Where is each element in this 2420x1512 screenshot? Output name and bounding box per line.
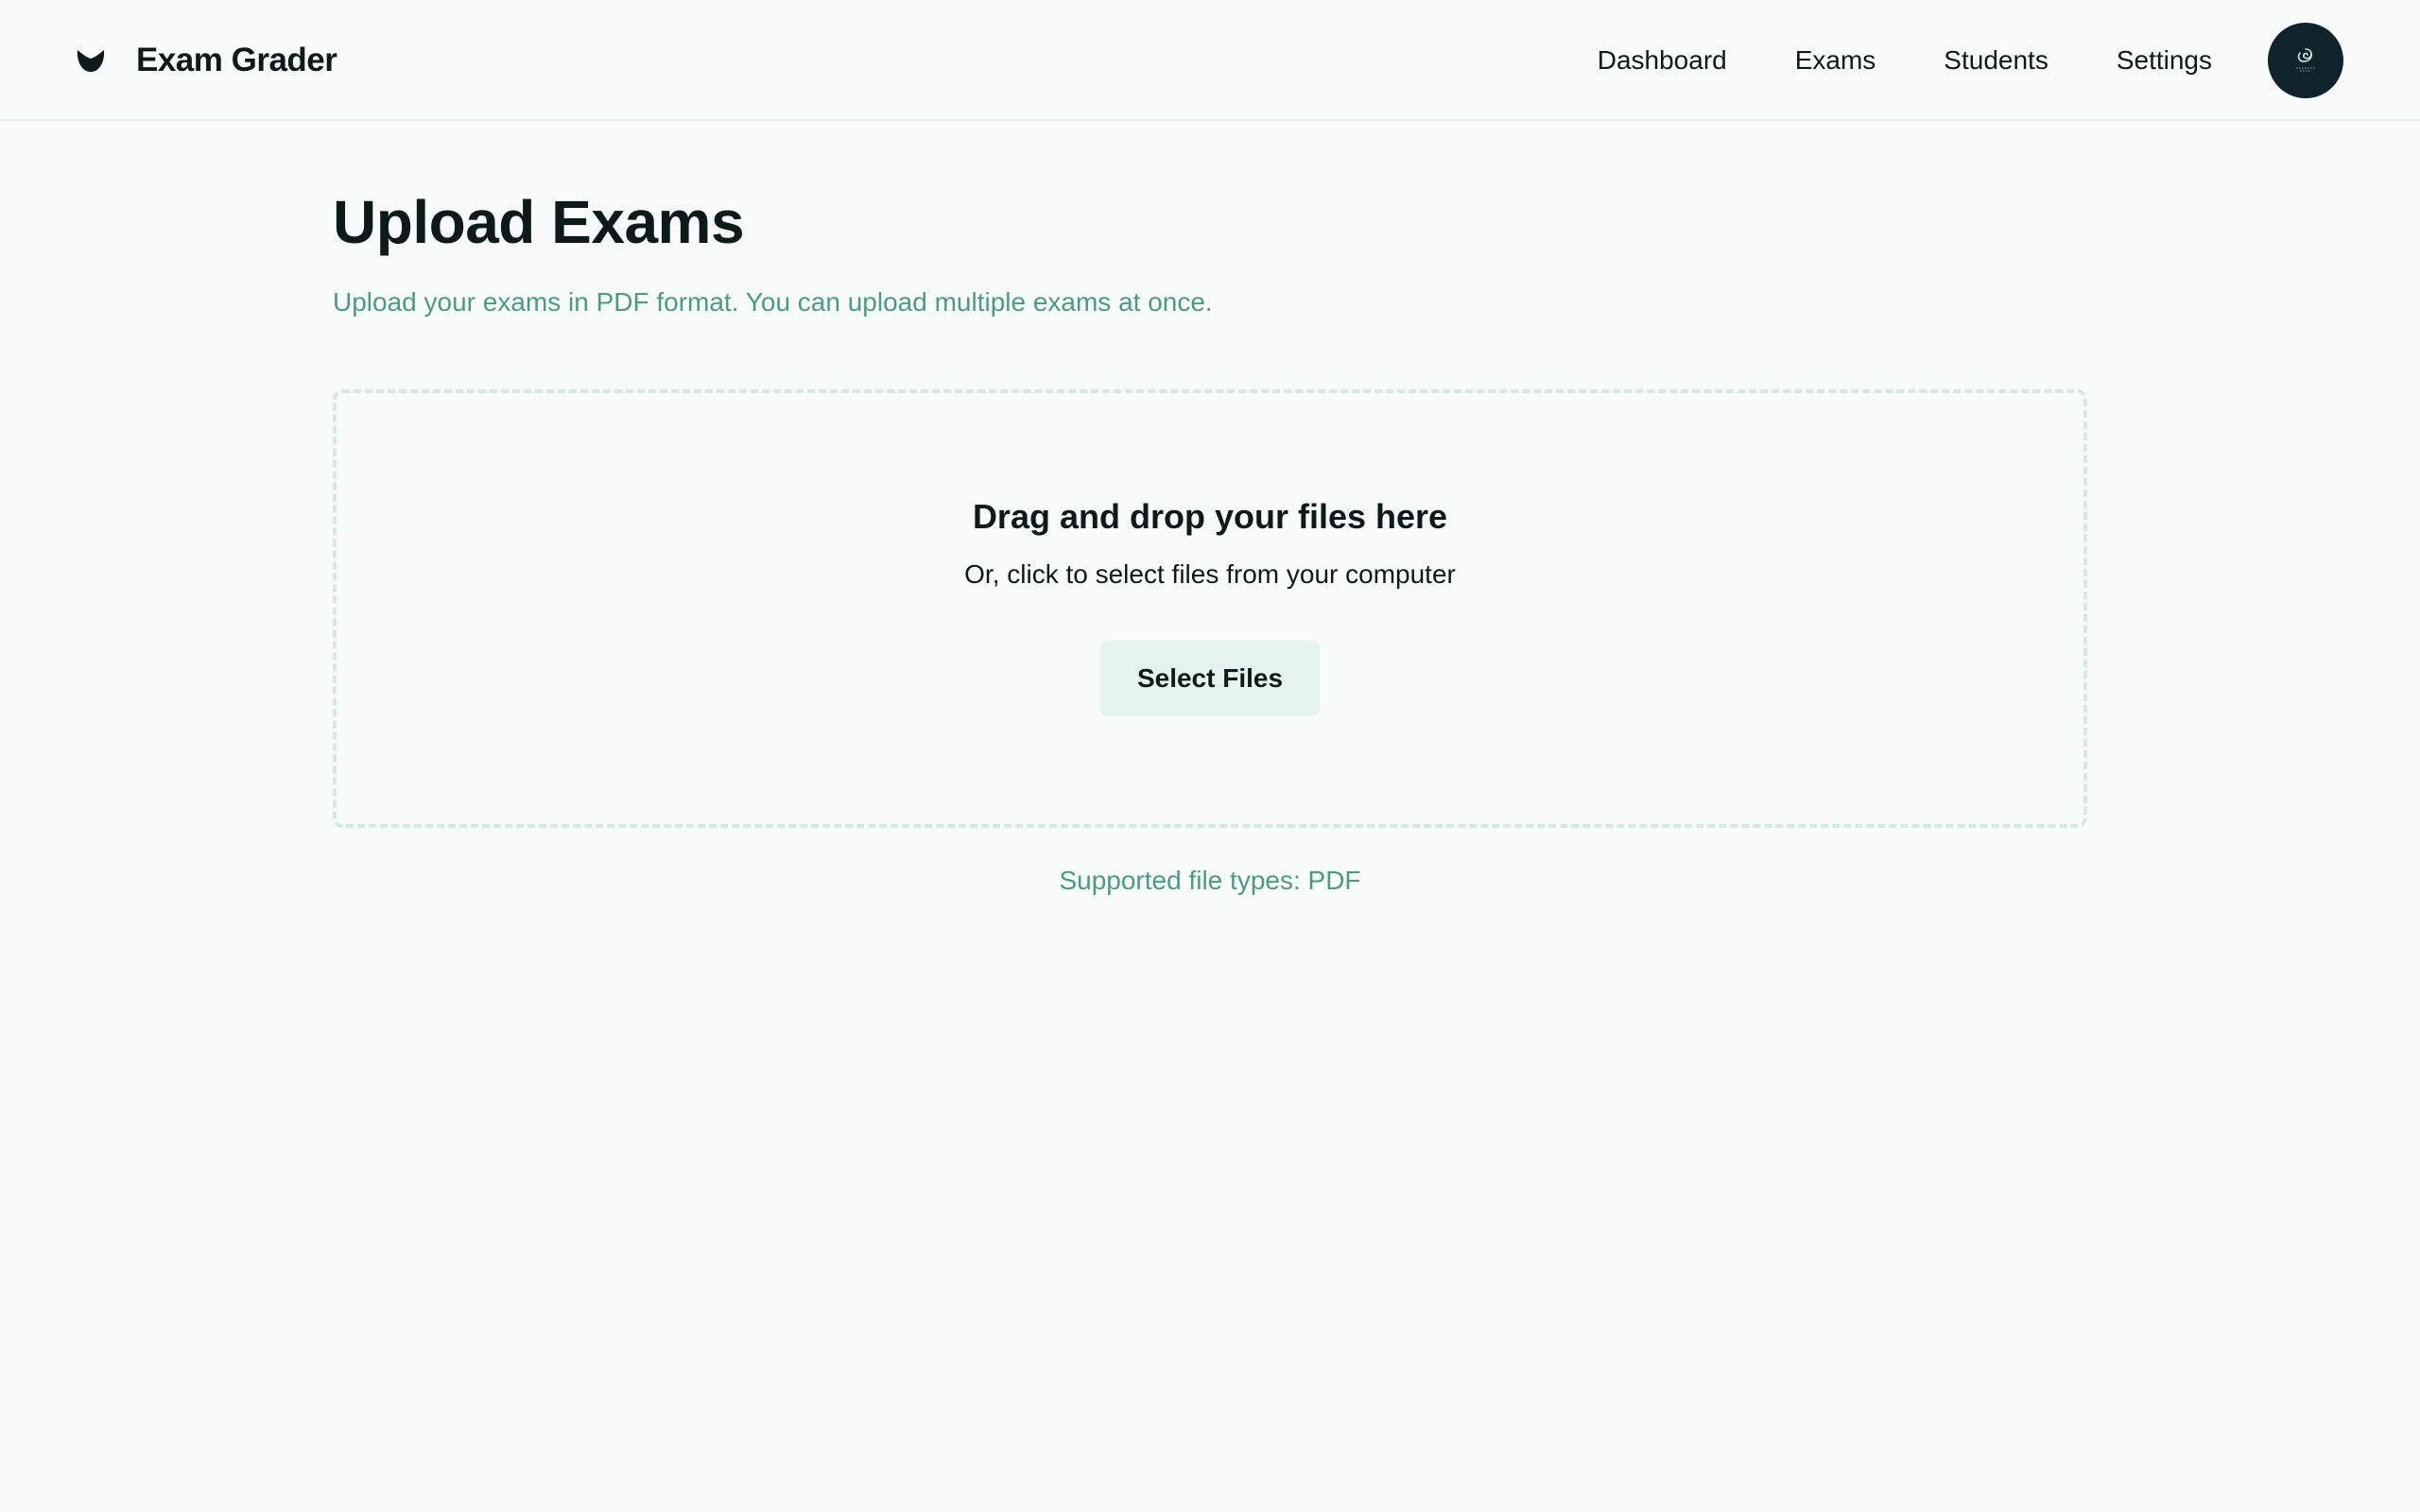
nav-settings[interactable]: Settings xyxy=(2117,45,2212,76)
dropzone-title: Drag and drop your files here xyxy=(972,497,1448,536)
brand[interactable]: Exam Grader xyxy=(74,34,337,87)
user-avatar[interactable] xyxy=(2268,23,2343,98)
nav-exams[interactable]: Exams xyxy=(1795,45,1876,76)
supported-file-types: Supported file types: PDF xyxy=(1059,866,1361,895)
file-dropzone[interactable]: Drag and drop your files here Or, click … xyxy=(333,389,2087,828)
top-header: Exam Grader Dashboard Exams Students Set… xyxy=(0,0,2420,121)
main-nav: Dashboard Exams Students Settings xyxy=(1530,34,2212,87)
leaf-logo-icon xyxy=(74,43,108,77)
nav-dashboard[interactable]: Dashboard xyxy=(1598,45,1727,76)
avatar-emblem-icon xyxy=(2296,48,2315,72)
dropzone-subtitle: Or, click to select files from your comp… xyxy=(964,559,1456,589)
page-subtitle: Upload your exams in PDF format. You can… xyxy=(333,287,1213,317)
select-files-button[interactable]: Select Files xyxy=(1100,641,1320,716)
page-title: Upload Exams xyxy=(333,188,745,256)
app-title: Exam Grader xyxy=(136,42,337,78)
nav-students[interactable]: Students xyxy=(1944,45,2048,76)
